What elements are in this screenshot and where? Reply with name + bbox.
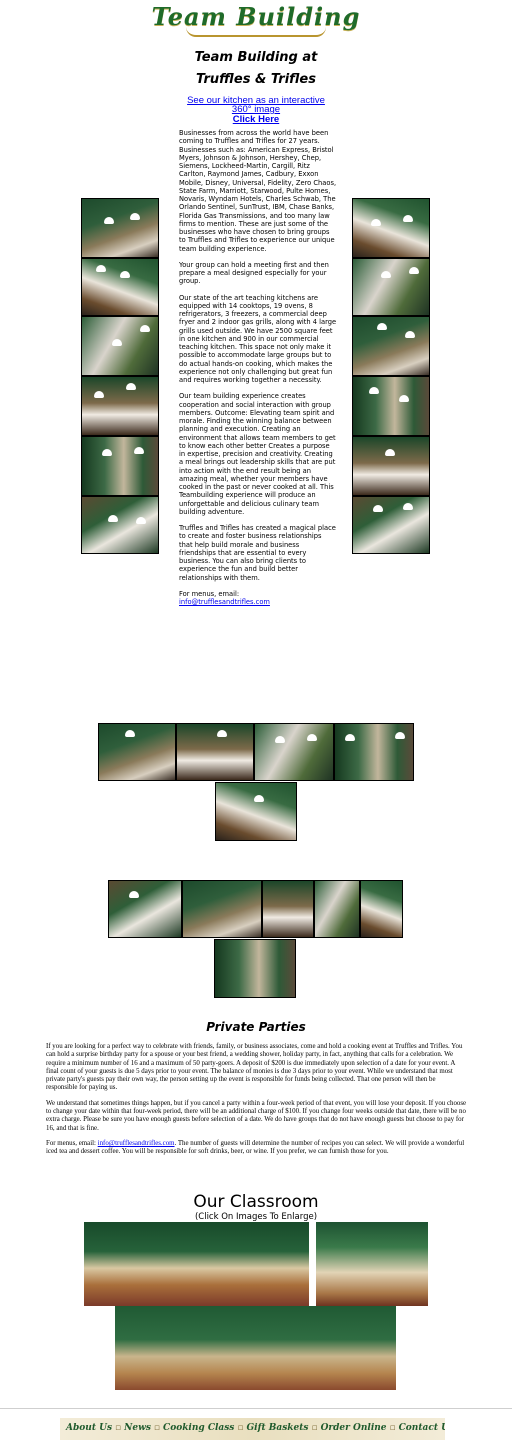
classroom-photo-2[interactable] [316,1222,428,1306]
pp-menus-email-link[interactable]: info@trufflesandtrifles.com [98,1140,175,1147]
team-photo-right-4[interactable] [352,376,430,436]
gallery-photo-3[interactable] [254,723,334,781]
chef-hat [275,736,285,743]
gallery-photo-8[interactable] [262,880,314,938]
menus-email-link[interactable]: info@trufflesandtrifles.com [179,598,270,606]
footer-divider [0,1408,512,1409]
logo-text: Team Building [151,2,361,31]
team-photo-right-3[interactable] [352,316,430,376]
private-parties-paragraph-2: We understand that sometimes things happ… [46,1099,467,1132]
chef-hat [217,730,227,737]
chef-hat [369,387,379,394]
team-photo-right-5[interactable] [352,436,430,496]
nav-about-us[interactable]: About Us [66,1423,112,1433]
team-photo-left-3[interactable] [81,316,159,376]
classroom-photo-3[interactable] [115,1306,396,1390]
team-photo-left-2[interactable] [81,258,159,316]
gallery-photo-1[interactable] [98,723,176,781]
team-photo-right-6[interactable] [352,496,430,554]
chef-hat [104,217,114,224]
private-parties-text: If you are looking for a perfect way to … [46,1043,468,1164]
gallery-photo-11[interactable] [214,939,296,998]
chef-hat [409,267,419,274]
chef-hat [108,515,118,522]
team-photo-left-1[interactable] [81,198,159,258]
click-here-link[interactable]: Click Here [0,114,512,125]
team-photo-left-6[interactable] [81,496,159,554]
nav-separator: ▫ [237,1423,244,1433]
menus-label: For menus, email: [179,589,240,598]
nav-order-online[interactable]: Order Online [321,1423,387,1433]
chef-hat [96,265,106,272]
team-photo-right-1[interactable] [352,198,430,258]
chef-hat [126,383,136,390]
experience-paragraph: Our team building experience creates coo… [179,392,336,516]
gallery-photo-4[interactable] [334,723,414,781]
chef-hat [140,325,150,332]
page-title-line2: Truffles & Trifles [196,72,316,87]
nav-contact-us[interactable]: Contact Us [399,1423,445,1433]
nav-separator: ▫ [115,1423,122,1433]
chef-hat [385,449,395,456]
gallery-photo-9[interactable] [314,880,360,938]
nav-separator: ▫ [389,1423,396,1433]
chef-hat [254,795,264,802]
chef-hat [136,517,146,524]
private-parties-paragraph-3: For menus, email: info@trufflesandtrifle… [46,1140,468,1157]
chef-hat [134,447,144,454]
chef-hat [371,219,381,226]
nav-separator: ▫ [311,1423,318,1433]
chef-hat [125,730,135,737]
footer-nav: About Us ▫ News ▫ Cooking Class ▫ Gift B… [60,1418,445,1440]
chef-hat [399,395,409,402]
kitchens-paragraph: Our state of the art teaching kitchens a… [179,293,337,385]
intro-paragraph: Businesses from across the world have be… [179,129,337,253]
chef-hat [373,505,383,512]
chef-hat [94,391,104,398]
chef-hat [120,271,130,278]
chef-hat [307,734,317,741]
classroom-photo-1[interactable] [84,1222,309,1306]
relationships-paragraph: Truffles and Trifles has created a magic… [179,524,336,582]
classroom-subtitle: (Click On Images To Enlarge) [194,1212,318,1222]
chef-hat [395,732,405,739]
menus-paragraph: For menus, email: info@trufflesandtrifle… [179,590,337,607]
chef-hat [403,215,413,222]
nav-separator: ▫ [153,1423,161,1433]
private-parties-paragraph-1: If you are looking for a perfect way to … [46,1043,463,1092]
gallery-photo-2[interactable] [176,723,254,781]
page-title-line1: Team Building at [194,50,318,65]
nav-cooking-class[interactable]: Cooking Class [163,1423,234,1433]
chef-hat [130,213,140,220]
classroom-title: Our Classroom [193,1192,319,1212]
gallery-photo-10[interactable] [360,880,403,938]
chef-hat [403,503,413,510]
chef-hat [102,449,112,456]
gallery-photo-7[interactable] [182,880,262,938]
gallery-photo-6[interactable] [108,880,182,938]
nav-news[interactable]: News [124,1423,151,1433]
team-building-description: Businesses from across the world have be… [179,129,337,606]
private-parties-title: Private Parties [206,1020,306,1034]
chef-hat [112,339,122,346]
pp-menus-prefix: For menus, email: [46,1139,98,1147]
team-photo-left-5[interactable] [81,436,159,496]
nav-gift-baskets[interactable]: Gift Baskets [246,1423,308,1433]
chef-hat [405,331,415,338]
chef-hat [345,734,355,741]
gallery-photo-5[interactable] [215,782,297,841]
chef-hat [377,323,387,330]
meeting-paragraph: Your group can hold a meeting first and … [179,260,329,286]
chef-hat [381,271,391,278]
chef-hat [129,891,139,898]
site-logo[interactable]: Team Building [0,2,512,38]
team-photo-left-4[interactable] [81,376,159,436]
team-photo-right-2[interactable] [352,258,430,316]
